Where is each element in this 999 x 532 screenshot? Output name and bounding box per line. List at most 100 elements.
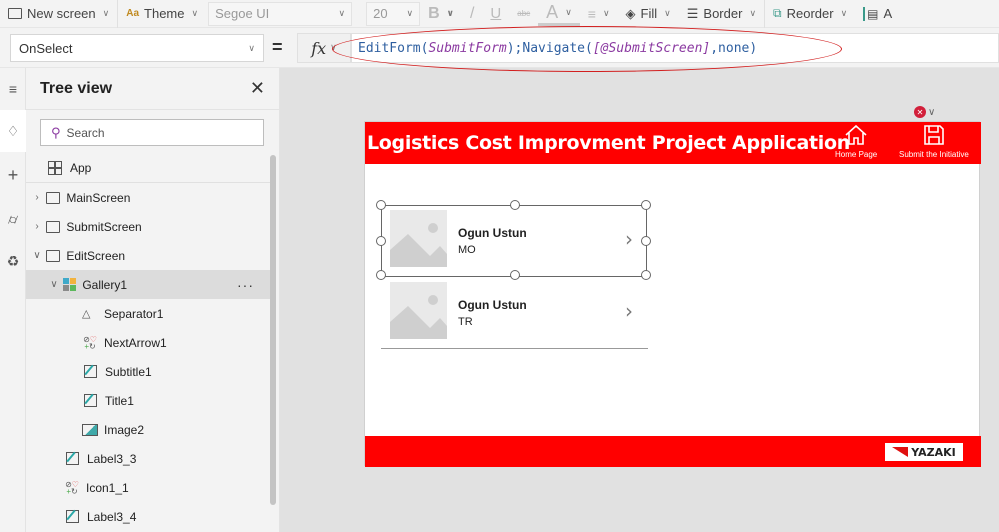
tree-item-editscreen[interactable]: ∨ EditScreen [26,241,272,270]
formula-token: SubmitForm [428,40,507,56]
selection-frame [376,200,651,280]
tree-item-label: Separator1 [104,306,164,321]
tree-item-label3-4[interactable]: Label3_4 [26,502,272,531]
tree-item-label: Image2 [104,422,145,437]
new-screen-icon [8,8,22,19]
tree-item-label: Label3_3 [87,451,137,466]
tree-item-label3-3[interactable]: Label3_3 [26,444,272,473]
tree-search-input[interactable]: ⚲ Search [40,119,264,146]
fill-button[interactable]: ◈ Fill ∨ [618,0,679,28]
strikethrough-button[interactable]: abc [509,0,538,28]
text-align-button[interactable]: ≡ ∨ [580,0,618,28]
tree-item-label: Gallery1 [82,277,128,292]
yazaki-logo: YAZAKI [885,443,963,461]
chevron-down-icon: ∨ [446,8,454,18]
tree-item-label: Title1 [105,393,134,408]
tree-item-label: SubmitScreen [66,219,142,234]
resize-handle[interactable] [376,270,386,280]
tree-item-icon1-1[interactable]: ⊘♡ +↻ Icon1_1 [26,473,272,502]
font-size-select[interactable]: 20 ∨ [366,1,421,26]
error-icon: ✕ [914,106,926,118]
resize-handle[interactable] [376,200,386,210]
resize-handle[interactable] [641,270,651,280]
underline-button[interactable]: U [482,0,509,28]
tools-icon[interactable]: ♻ [0,240,26,282]
chevron-right-icon[interactable]: › [31,221,43,232]
italic-button[interactable]: / [462,0,482,28]
gallery-separator [381,348,648,349]
align-button[interactable]: ▤ A [855,0,900,28]
left-rail: ≡ ♢ + ⌭ ♻ [0,68,26,532]
tree-item-separator1[interactable]: △ Separator1 [26,299,272,328]
chevron-down-icon[interactable]: ∨ [48,279,60,290]
tree-item-label: EditScreen [66,248,126,263]
submit-initiative-button[interactable]: Submit the Initiative [899,124,969,159]
reorder-button[interactable]: ⧉ Reorder ∨ [765,0,855,28]
tree-item-image2[interactable]: Image2 [26,415,272,444]
app-canvas: Logistics Cost Improvment Project Applic… [364,121,981,467]
chevron-down-icon: ∨ [102,8,110,18]
app-footer: YAZAKI [365,436,981,467]
image-placeholder-icon [390,295,447,339]
font-family-value: Segoe UI [215,6,270,21]
tree-item-label: Subtitle1 [105,364,152,379]
menu-icon[interactable]: ≡ [0,68,26,110]
gallery-item[interactable]: Ogun Ustun TR › [385,277,649,347]
chevron-down-icon: ∨ [565,6,572,17]
resize-handle[interactable] [376,236,386,246]
control-error-badge[interactable]: ✕ ∨ [914,106,935,118]
border-button[interactable]: ☰ Border ∨ [679,0,764,28]
new-screen-button[interactable]: New screen ∨ [0,0,117,28]
new-screen-label: New screen [27,6,96,21]
tree-item-subtitle1[interactable]: Subtitle1 [26,357,272,386]
font-family-select[interactable]: Segoe UI ∨ [208,1,353,26]
resize-handle[interactable] [641,236,651,246]
chevron-down-icon: ∨ [928,106,936,118]
formula-input[interactable]: EditForm(SubmitForm);Navigate([@SubmitSc… [351,33,999,63]
property-select[interactable]: OnSelect ∨ [10,34,264,62]
label-icon [84,394,97,407]
app-icon [48,161,62,175]
tree-item-mainscreen[interactable]: › MainScreen [26,183,272,212]
tree-item-gallery1[interactable]: ∨ Gallery1 ··· [26,270,272,299]
label-icon [84,365,97,378]
resize-handle[interactable] [510,270,520,280]
label-icon [66,452,79,465]
search-placeholder: Search [66,125,105,140]
more-options-icon[interactable]: ··· [237,277,254,293]
border-label: Border [703,6,743,21]
tree-item-submitscreen[interactable]: › SubmitScreen [26,212,272,241]
resize-handle[interactable] [641,200,651,210]
font-color-icon: A [546,1,559,22]
tree-item-title1[interactable]: Title1 [26,386,272,415]
home-page-button[interactable]: Home Page [835,124,877,159]
screen-icon [46,191,61,204]
fx-button[interactable]: fx ∨ [297,33,351,63]
font-color-button[interactable]: A ∨ [538,2,580,26]
theme-button[interactable]: Aa Theme ∨ [118,0,206,28]
insert-plus-icon[interactable]: + [0,154,26,196]
chevron-down-icon: ∨ [191,8,199,18]
tree-scrollbar[interactable] [270,155,276,505]
chevron-down-icon: ∨ [338,8,346,18]
tree-view-header: Tree view ✕ [26,68,279,110]
tree-item-nextarrow1[interactable]: ⊘♡ +↻ NextArrow1 [26,328,272,357]
gallery-icon [63,278,77,291]
bold-button[interactable]: B ∨ [420,0,462,28]
tree-view-panel: Tree view ✕ ⚲ Search App › MainScreen › … [26,68,280,532]
tree-item-app[interactable]: App [26,154,272,183]
formula-token: ,none) [710,40,758,56]
close-icon[interactable]: ✕ [250,78,265,99]
chevron-down-icon: ∨ [749,8,757,18]
app-title: Logistics Cost Improvment Project Applic… [367,132,850,154]
bold-icon: B [428,4,440,22]
data-cylinder-icon[interactable]: ⌭ [0,198,26,240]
layers-icon[interactable]: ♢ [0,110,26,152]
item-title: Ogun Ustun [458,298,527,312]
align-icon: ▤ [863,6,879,21]
resize-handle[interactable] [510,200,520,210]
chevron-right-icon[interactable]: › [31,192,43,203]
chevron-down-icon[interactable]: ∨ [31,250,43,261]
next-arrow-icon[interactable]: › [625,299,633,323]
home-page-label: Home Page [835,150,878,159]
